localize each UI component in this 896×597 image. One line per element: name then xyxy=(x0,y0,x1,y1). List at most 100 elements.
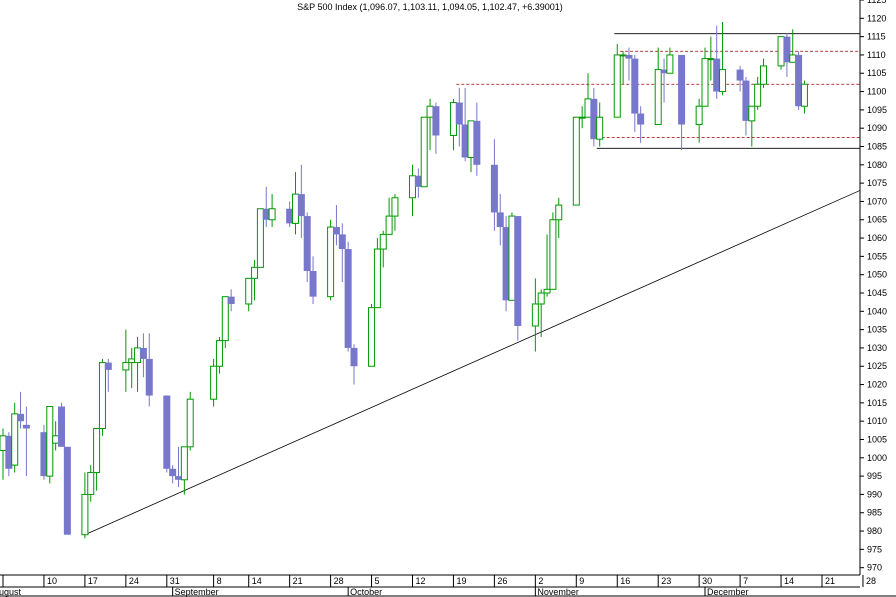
candle-body xyxy=(128,358,136,364)
candle-body xyxy=(58,406,65,447)
candle-body xyxy=(432,106,440,136)
x-tick-label: 9 xyxy=(579,576,584,586)
candle-body xyxy=(344,249,352,348)
x-tick-label: 14 xyxy=(252,576,262,586)
candle-body xyxy=(373,248,381,309)
candle-body xyxy=(93,428,101,473)
candle-body xyxy=(719,69,727,93)
candle-body xyxy=(748,105,756,122)
candle-body xyxy=(368,307,376,367)
y-tick-label: 980 xyxy=(867,526,882,536)
candle-body xyxy=(800,83,808,107)
candle-body xyxy=(549,219,557,290)
sp500-candlestick-chart: 9709759809859909951000100510101015102010… xyxy=(0,0,896,597)
candle-body xyxy=(695,105,703,126)
candle-body xyxy=(736,69,744,81)
candle-body xyxy=(52,435,60,444)
candle-body xyxy=(426,105,434,118)
candle-body xyxy=(701,58,709,107)
candle-body xyxy=(467,120,475,158)
y-tick-label: 1055 xyxy=(867,251,887,261)
candle-body xyxy=(490,164,498,213)
candle-body xyxy=(654,69,662,126)
candle-body xyxy=(789,54,797,63)
x-tick-label: 10 xyxy=(47,576,57,586)
x-month-label: November xyxy=(537,587,579,597)
candle-body xyxy=(631,58,639,114)
candle-body xyxy=(496,212,504,228)
candle-body xyxy=(245,277,253,305)
candle-down xyxy=(163,395,171,473)
candle-body xyxy=(180,446,188,481)
candle-body xyxy=(543,288,551,294)
y-tick-label: 1070 xyxy=(867,196,887,206)
candle-up xyxy=(98,358,106,436)
candle-body xyxy=(596,116,604,140)
x-tick-label: 12 xyxy=(416,576,426,586)
candle-body xyxy=(619,54,627,57)
x-tick-label: 5 xyxy=(375,576,380,586)
x-tick-label: 19 xyxy=(456,576,466,586)
candle-body xyxy=(707,58,715,61)
y-tick-label: 1010 xyxy=(867,416,887,426)
candle-body xyxy=(256,208,264,268)
candle-body xyxy=(760,65,767,85)
x-tick-label: 14 xyxy=(784,576,794,586)
y-tick-label: 1075 xyxy=(867,178,887,188)
candle-body xyxy=(537,292,545,305)
candle-body xyxy=(309,271,317,297)
x-tick-label: 21 xyxy=(293,576,303,586)
candle-body xyxy=(391,197,399,217)
candle-up xyxy=(256,208,264,268)
candle-up xyxy=(613,43,621,118)
y-tick-label: 1005 xyxy=(867,434,887,444)
x-tick-label: 23 xyxy=(661,576,671,586)
candle-body xyxy=(98,362,106,430)
candle-up xyxy=(327,219,335,301)
candle-body xyxy=(81,493,89,536)
candle-up xyxy=(777,36,785,70)
candle-body xyxy=(327,226,335,298)
candle-down xyxy=(514,216,522,341)
y-tick-label: 1125 xyxy=(867,0,886,5)
candle-body xyxy=(297,194,305,217)
candle-body xyxy=(268,208,276,221)
candle-up xyxy=(186,391,194,451)
candle-body xyxy=(22,424,30,429)
candle-body xyxy=(578,116,586,119)
y-tick-label: 1100 xyxy=(867,87,886,97)
candle-body xyxy=(625,54,633,59)
candle-body xyxy=(409,175,416,199)
candle-body xyxy=(338,234,346,250)
candle-body xyxy=(46,406,54,477)
y-tick-label: 1015 xyxy=(867,398,887,408)
x-month-label: October xyxy=(350,587,382,597)
candle-body xyxy=(777,36,785,67)
y-tick-label: 975 xyxy=(867,544,882,554)
y-tick-label: 1045 xyxy=(867,288,887,298)
candle-up xyxy=(368,303,376,367)
x-tick-label: 31 xyxy=(170,576,180,586)
x-tick-label: 8 xyxy=(217,576,222,586)
candle-body xyxy=(508,215,516,301)
candle-down xyxy=(58,402,65,447)
candle-body xyxy=(215,340,223,367)
candle-body xyxy=(379,233,387,250)
candle-body xyxy=(104,362,112,370)
y-tick-label: 1050 xyxy=(867,270,887,280)
x-tick-label: 16 xyxy=(620,576,630,586)
candle-body xyxy=(134,347,142,364)
candle-body xyxy=(139,347,147,359)
candle-body xyxy=(210,365,218,400)
candle-body xyxy=(145,358,153,396)
y-tick-label: 1030 xyxy=(867,343,887,353)
candle-body xyxy=(122,362,130,371)
x-tick-label: 7 xyxy=(743,576,748,586)
x-tick-label: 17 xyxy=(88,576,98,586)
x-tick-label: 28 xyxy=(334,576,344,586)
y-tick-label: 990 xyxy=(867,489,882,499)
candle-body xyxy=(678,54,686,125)
y-tick-label: 1000 xyxy=(867,453,887,463)
candle-up xyxy=(549,212,557,290)
candle-up xyxy=(508,212,516,301)
